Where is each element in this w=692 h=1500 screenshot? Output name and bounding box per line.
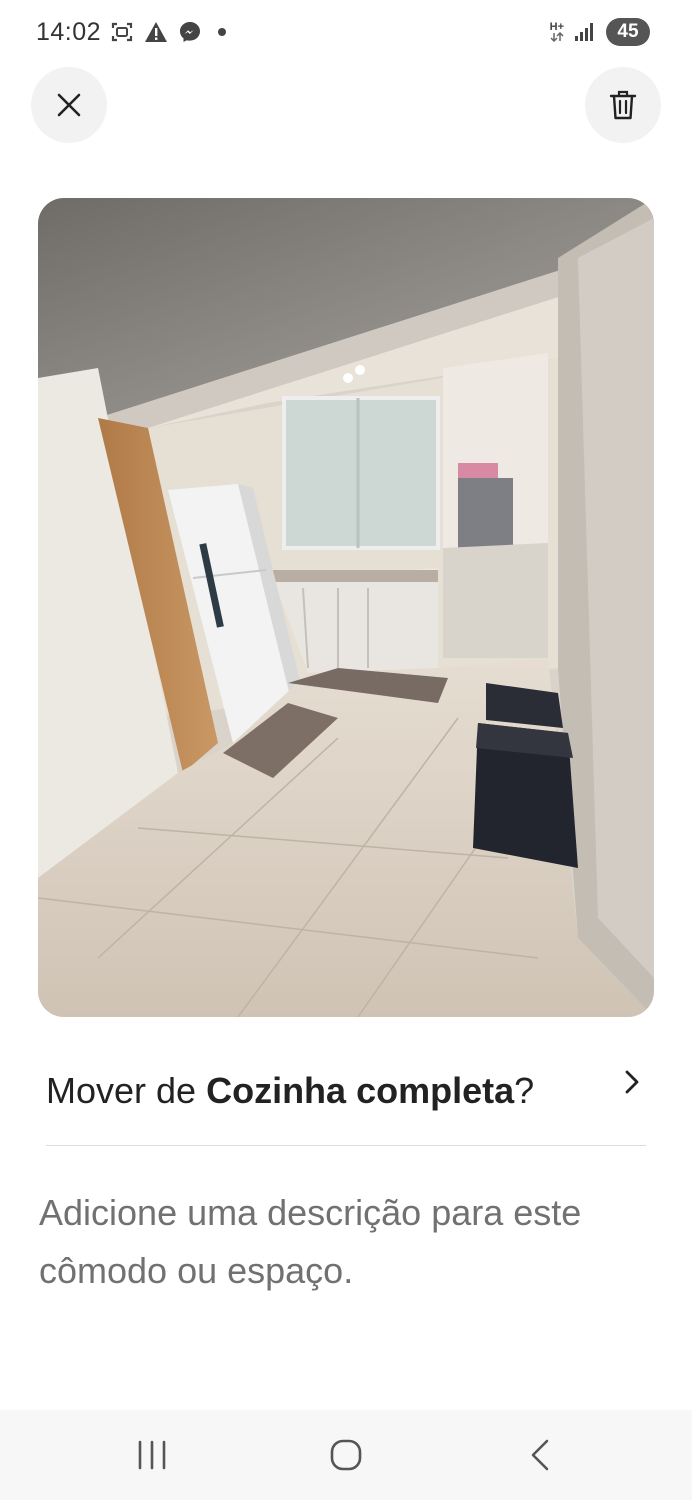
battery-indicator: 45 [606,18,650,46]
messenger-icon [180,22,200,42]
kitchen-photo-illustration [38,198,654,1017]
warning-icon [145,22,167,42]
move-room-row[interactable]: Mover de Cozinha completa? [46,1056,646,1126]
back-button[interactable] [510,1430,570,1480]
move-room-label: Mover de Cozinha completa? [46,1070,535,1111]
network-icon: H+ [550,21,564,42]
trash-icon [609,90,637,120]
kitchen-photo[interactable] [38,198,654,1017]
home-icon [330,1439,362,1471]
status-time: 14:02 [36,18,102,46]
room-name: Cozinha completa [206,1070,515,1111]
recents-icon [138,1440,166,1470]
recents-button[interactable] [122,1430,182,1480]
status-bar: 14:02 H+ 45 [0,0,692,66]
back-icon [531,1439,549,1471]
navigation-bar [0,1410,692,1500]
close-button[interactable] [31,67,107,143]
close-icon [57,93,81,117]
dot-icon [218,28,226,36]
delete-button[interactable] [585,67,661,143]
chevron-right-icon [625,1070,639,1094]
description-input[interactable]: Adicione uma descrição para este cômodo … [39,1184,659,1300]
home-button[interactable] [316,1430,376,1480]
screenshot-icon [111,22,133,42]
divider [46,1145,646,1146]
signal-icon [575,23,593,41]
